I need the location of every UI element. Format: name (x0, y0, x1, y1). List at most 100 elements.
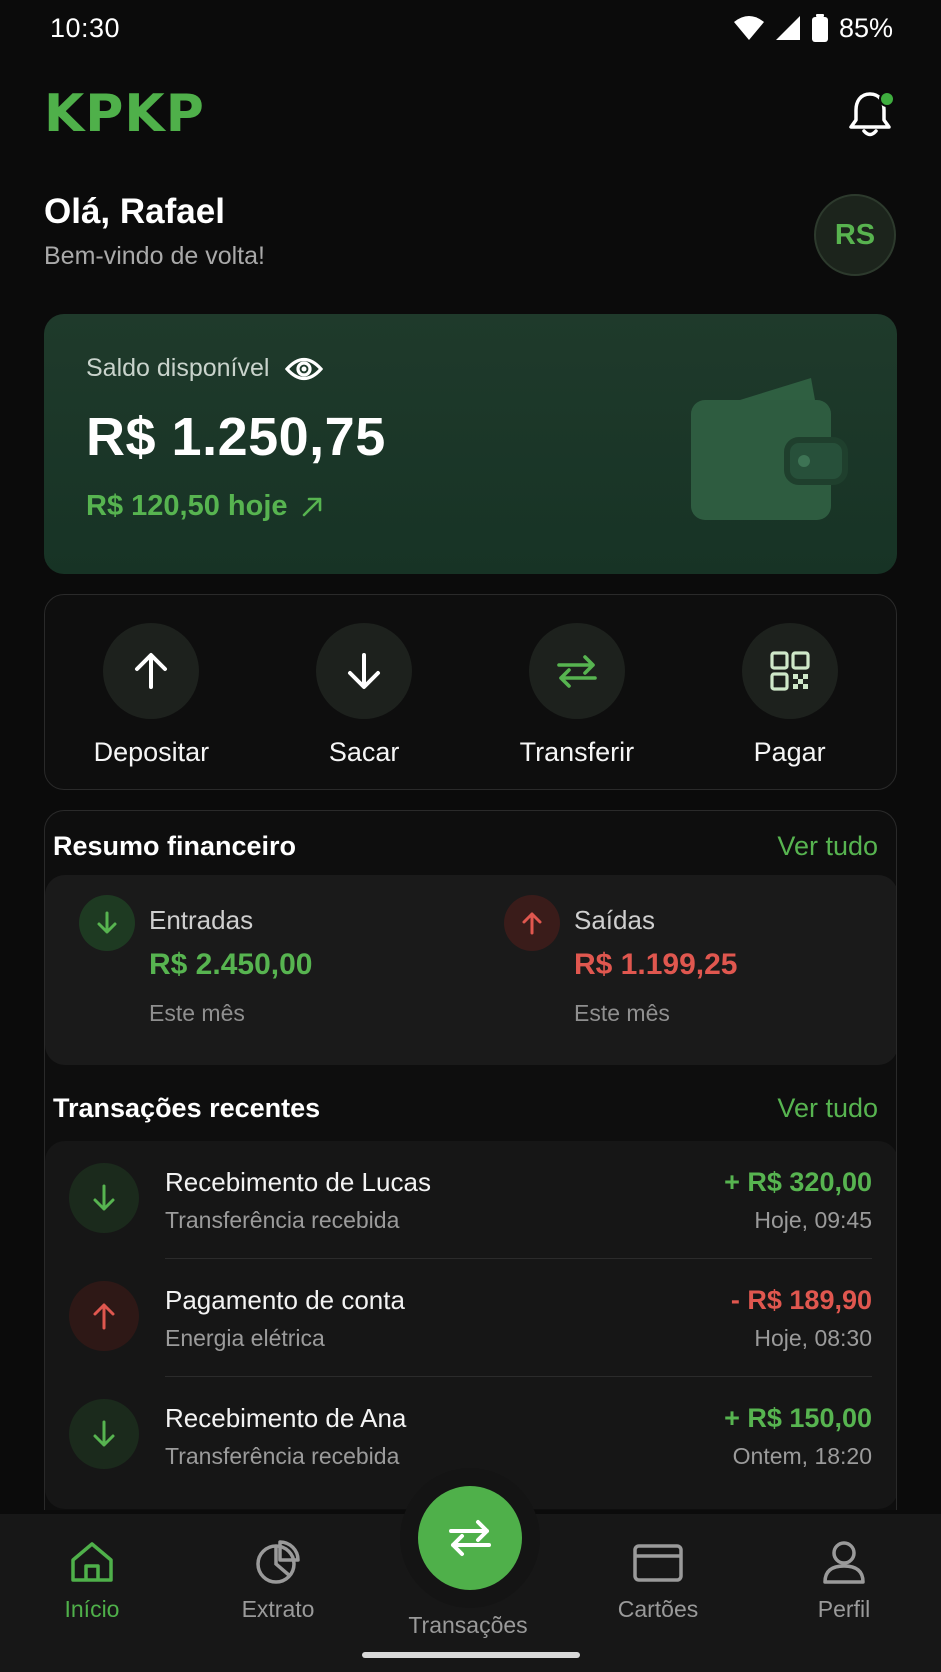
transaction-subtitle: Energia elétrica (165, 1325, 325, 1351)
withdraw-label: Sacar (328, 737, 400, 767)
summary-header: Resumo financeiro Ver tudo (53, 831, 878, 862)
transactions-list: Recebimento de Lucas Transferência receb… (45, 1141, 896, 1509)
pay-circle[interactable] (741, 623, 838, 719)
income-icon-circle (69, 1163, 139, 1233)
status-time: 10:30 (50, 12, 121, 43)
transactions-header: Transações recentes Ver tudo (53, 1093, 878, 1124)
arrow-up-icon (135, 653, 168, 689)
status-bar: 10:30 85% (0, 0, 941, 56)
notifications-button[interactable] (843, 87, 897, 141)
status-icons: 85% (733, 13, 893, 44)
nav-label-transactions: Transações (408, 1612, 528, 1638)
home-indicator[interactable] (362, 1652, 580, 1658)
withdraw-circle[interactable] (316, 623, 413, 719)
battery-percent: 85% (838, 12, 893, 43)
arrow-up-icon (522, 912, 542, 935)
expense-period: Este mês (574, 1000, 670, 1026)
eye-icon[interactable] (285, 356, 324, 382)
greeting: Olá, Rafael Bem-vindo de volta! (44, 192, 265, 271)
transaction-amount: + R$ 150,00 (724, 1403, 872, 1433)
transactions-title: Transações recentes (53, 1093, 321, 1123)
transaction-title: Recebimento de Ana (165, 1403, 407, 1433)
summary-panel: Entradas R$ 2.450,00 Este mês Saídas R$ … (45, 875, 896, 1065)
app-header: KPKP (44, 82, 897, 146)
notification-badge (879, 91, 895, 107)
transaction-time: Hoje, 09:45 (754, 1207, 872, 1233)
qr-code-icon (770, 651, 810, 691)
battery-icon (811, 14, 828, 42)
card-icon (633, 1544, 683, 1582)
income-summary: Entradas R$ 2.450,00 Este mês (79, 895, 312, 1027)
expense-label: Saídas (574, 905, 655, 935)
user-icon (823, 1541, 865, 1584)
balance-label: Saldo disponível (86, 354, 270, 382)
arrow-up-icon (93, 1303, 115, 1330)
arrow-down-icon (93, 1420, 115, 1447)
income-icon-circle (79, 895, 135, 951)
deposit-circle[interactable] (103, 623, 200, 719)
quick-actions: Depositar Sacar Transferir Pagar (44, 594, 897, 790)
withdraw-button[interactable]: Sacar (274, 623, 454, 768)
arrow-down-icon (348, 653, 381, 689)
income-period: Este mês (149, 1000, 245, 1026)
income-icon-circle (69, 1399, 139, 1469)
expense-value: R$ 1.199,25 (574, 948, 738, 981)
summary-see-all-link[interactable]: Ver tudo (777, 831, 878, 862)
nav-item-transactions[interactable]: Transações (388, 1612, 548, 1639)
trend-up-icon (302, 497, 321, 516)
pay-button[interactable]: Pagar (700, 623, 880, 768)
balance-card: Saldo disponível R$ 1.250,75 R$ 120,50 h… (44, 314, 897, 574)
transaction-amount: + R$ 320,00 (724, 1167, 872, 1197)
transfer-icon (557, 655, 597, 688)
home-icon (71, 1542, 113, 1582)
greeting-subtitle: Bem-vindo de volta! (44, 242, 265, 270)
nav-label-profile: Perfil (817, 1596, 871, 1622)
transaction-title: Pagamento de conta (165, 1285, 405, 1315)
income-value: R$ 2.450,00 (149, 948, 313, 981)
deposit-label: Depositar (93, 737, 210, 767)
arrow-down-icon (93, 1184, 115, 1211)
transaction-time: Ontem, 18:20 (732, 1443, 872, 1469)
transaction-amount: - R$ 189,90 (730, 1285, 872, 1315)
pay-label: Pagar (753, 737, 826, 767)
expense-summary: Saídas R$ 1.199,25 Este mês (504, 895, 737, 1027)
balance-today-text: R$ 120,50 hoje (86, 490, 288, 522)
nav-item-profile[interactable]: Perfil (764, 1538, 924, 1623)
deposit-button[interactable]: Depositar (61, 623, 241, 768)
arrow-down-icon (97, 911, 117, 934)
brand-logo: KPKP (44, 84, 205, 144)
transaction-title: Recebimento de Lucas (165, 1167, 431, 1197)
expense-icon-circle (504, 895, 560, 951)
greeting-title: Olá, Rafael (44, 192, 225, 231)
transaction-time: Hoje, 08:30 (754, 1325, 872, 1351)
income-texts: Entradas R$ 2.450,00 Este mês (149, 895, 312, 1027)
transactions-see-all-link[interactable]: Ver tudo (777, 1093, 878, 1124)
transaction-row[interactable]: Pagamento de conta Energia elétrica - R$… (45, 1259, 896, 1377)
nav-item-statement[interactable]: Extrato (198, 1538, 358, 1623)
expense-texts: Saídas R$ 1.199,25 Este mês (574, 895, 737, 1027)
transfer-label: Transferir (519, 737, 635, 767)
wifi-icon (733, 16, 764, 40)
nav-item-home[interactable]: Início (12, 1538, 172, 1623)
nav-label-home: Início (64, 1596, 120, 1622)
transaction-subtitle: Transferência recebida (165, 1443, 400, 1469)
expense-icon-circle (69, 1281, 139, 1351)
balance-value: R$ 1.250,75 (86, 407, 386, 467)
pie-chart-icon (256, 1540, 300, 1584)
summary-container: Resumo financeiro Ver tudo Entradas R$ 2… (44, 810, 897, 1510)
nav-label-cards: Cartões (617, 1596, 699, 1622)
wallet-icon (691, 378, 848, 520)
transaction-subtitle: Transferência recebida (165, 1207, 400, 1233)
transfer-circle[interactable] (528, 623, 625, 719)
signal-icon (775, 16, 800, 40)
income-label: Entradas (149, 905, 254, 935)
avatar[interactable]: RS (814, 194, 896, 276)
transfer-icon (449, 1520, 491, 1556)
balance-label-row: Saldo disponível (86, 354, 324, 383)
transfer-button[interactable]: Transferir (487, 623, 667, 768)
balance-today: R$ 120,50 hoje (86, 490, 324, 523)
transaction-row[interactable]: Recebimento de Lucas Transferência receb… (45, 1141, 896, 1259)
nav-item-cards[interactable]: Cartões (578, 1538, 738, 1623)
transactions-fab[interactable] (418, 1486, 522, 1590)
nav-label-statement: Extrato (241, 1596, 315, 1622)
